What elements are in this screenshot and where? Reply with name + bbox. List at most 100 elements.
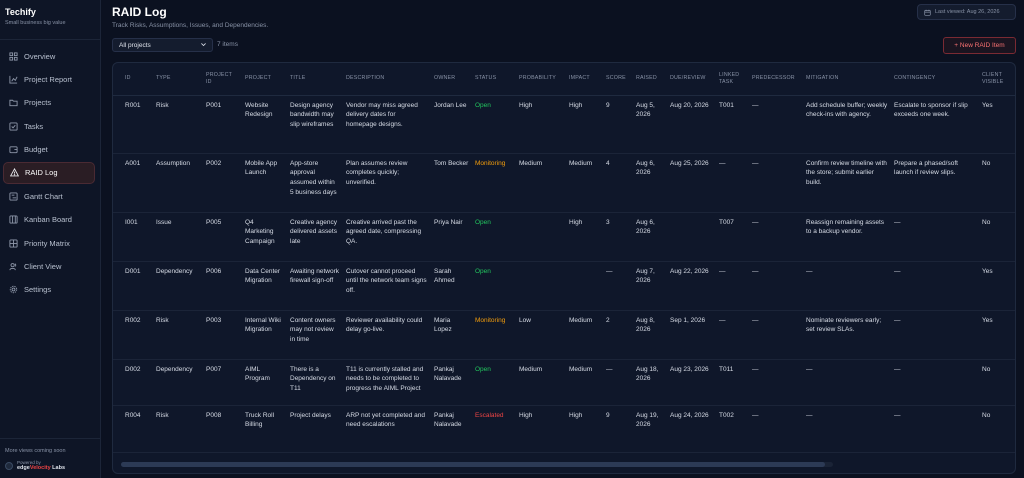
cell-mitigation: — xyxy=(803,359,891,406)
cell-due-review xyxy=(667,212,716,262)
cell-predecessor: — xyxy=(749,359,803,406)
table-row[interactable]: D001 Dependency P006 Data Center Migration A… xyxy=(113,261,1015,311)
cell-owner: Pankaj Nalavade xyxy=(431,405,472,453)
cell-due-review: Aug 22, 2026 xyxy=(667,261,716,311)
table-row[interactable]: A001 Assumption P002 Mobile App Launch App-s… xyxy=(113,153,1015,213)
column-header: Project ID xyxy=(203,63,242,96)
cell-type: Risk xyxy=(153,95,203,154)
brand: Techify Small business big value xyxy=(5,7,66,26)
cell-status: Open xyxy=(472,261,516,311)
cell-project: Truck Roll Billing xyxy=(242,405,287,453)
horizontal-scrollbar[interactable] xyxy=(121,462,833,467)
cell-title: Awaiting network firewall sign-off xyxy=(287,261,343,311)
cell-status: Open xyxy=(472,359,516,406)
folder-icon xyxy=(9,98,18,107)
cell-client-visible: No xyxy=(979,359,1015,406)
cell-score: 3 xyxy=(603,212,633,262)
sidebar-item-priority-matrix[interactable]: Priority Matrix xyxy=(3,232,95,254)
column-header: Client Visible xyxy=(979,63,1015,96)
users-icon xyxy=(9,262,18,271)
sidebar-item-overview[interactable]: Overview xyxy=(3,45,95,67)
cell-owner: Maria Lopez xyxy=(431,310,472,360)
cell-contingency: — xyxy=(891,405,979,453)
table-row[interactable]: R004 Risk P008 Truck Roll Billing Project de… xyxy=(113,405,1015,453)
cell-mitigation: Nominate reviewers early; set review SLA… xyxy=(803,310,891,360)
sidebar-item-label: Budget xyxy=(24,145,48,155)
cell-due-review: Sep 1, 2026 xyxy=(667,310,716,360)
cell-project: Data Center Migration xyxy=(242,261,287,311)
sidebar-item-client-view[interactable]: Client View xyxy=(3,256,95,278)
table-row[interactable]: D002 Dependency P007 AIML Program There is a… xyxy=(113,359,1015,406)
cell-predecessor: — xyxy=(749,261,803,311)
sidebar-item-label: Tasks xyxy=(24,121,44,131)
cell-linked-task: T007 xyxy=(716,212,749,262)
scrollbar-thumb[interactable] xyxy=(121,462,825,467)
sidebar-item-budget[interactable]: Budget xyxy=(3,139,95,161)
sidebar-item-label: Overview xyxy=(24,51,56,61)
new-raid-item-button[interactable]: + New RAID Item xyxy=(943,37,1016,54)
cell-probability: Medium xyxy=(516,359,566,406)
project-filter-select[interactable]: All projects xyxy=(112,38,213,52)
sidebar-item-label: Settings xyxy=(24,285,52,295)
cell-score: 2 xyxy=(603,310,633,360)
grid-icon xyxy=(9,51,18,61)
cell-mitigation: Add schedule buffer; weekly check-ins wi… xyxy=(803,95,891,154)
cell-probability: Low xyxy=(516,310,566,360)
sidebar-item-settings[interactable]: Settings xyxy=(3,279,95,301)
column-header: Due/Review xyxy=(667,63,716,96)
cell-client-visible: No xyxy=(979,405,1015,453)
cell-owner: Jordan Lee xyxy=(431,95,472,154)
cell-project-id: P001 xyxy=(203,95,242,154)
cell-score: 9 xyxy=(603,405,633,453)
sidebar-divider xyxy=(0,39,100,40)
cell-impact: High xyxy=(566,405,603,453)
last-viewed-text: Last viewed: Aug 26, 2026 xyxy=(935,9,1000,15)
cell-description: Plan assumes review completes quickly; u… xyxy=(343,153,431,213)
column-header: Title xyxy=(287,63,343,96)
cell-due-review: Aug 25, 2026 xyxy=(667,153,716,213)
sidebar-item-project-report[interactable]: Project Report xyxy=(3,68,95,90)
sidebar-item-label: RAID Log xyxy=(25,168,58,178)
sidebar-nav: Overview Project Report Projects Tasks B… xyxy=(3,45,95,302)
table-row[interactable]: I001 Issue P005 Q4 Marketing Campaign Creati… xyxy=(113,212,1015,262)
column-header: Raised xyxy=(633,63,667,96)
cell-description: Creative arrived past the agreed date, c… xyxy=(343,212,431,262)
sidebar-item-kanban-board[interactable]: Kanban Board xyxy=(3,209,95,231)
cell-impact: Medium xyxy=(566,310,603,360)
cell-due-review: Aug 23, 2026 xyxy=(667,359,716,406)
cell-impact: Medium xyxy=(566,359,603,406)
app-tagline: Small business big value xyxy=(5,20,66,26)
brand-part: edge xyxy=(17,465,30,472)
sidebar-item-label: Kanban Board xyxy=(24,215,72,225)
cell-owner: Sarah Ahmed xyxy=(431,261,472,311)
cell-title: Creative agency delivered assets late xyxy=(287,212,343,262)
sidebar-item-raid-log[interactable]: RAID Log xyxy=(3,161,95,184)
sidebar-item-gantt-chart[interactable]: Gantt Chart xyxy=(3,185,95,207)
table-row[interactable]: R001 Risk P001 Website Redesign Design agenc… xyxy=(113,95,1015,154)
cell-type: Dependency xyxy=(153,261,203,311)
cell-owner: Tom Becker xyxy=(431,153,472,213)
cell-project-id: P007 xyxy=(203,359,242,406)
brand-part: Labs xyxy=(50,465,66,472)
table-row[interactable]: R002 Risk P003 Internal Wiki Migration Conte… xyxy=(113,310,1015,360)
cell-client-visible: Yes xyxy=(979,261,1015,311)
page-subtitle: Track Risks, Assumptions, Issues, and De… xyxy=(112,22,269,29)
edgevelocity-logo-icon xyxy=(5,461,13,470)
calendar-icon xyxy=(924,9,931,16)
cell-type: Risk xyxy=(153,405,203,453)
warning-icon xyxy=(10,168,19,177)
sidebar-item-tasks[interactable]: Tasks xyxy=(3,115,95,137)
sidebar-item-projects[interactable]: Projects xyxy=(3,92,95,114)
cell-linked-task: T001 xyxy=(716,95,749,154)
cell-impact: High xyxy=(566,95,603,154)
cell-contingency: Escalate to sponsor if slip exceeds one … xyxy=(891,95,979,154)
sidebar: Techify Small business big value Overvie… xyxy=(0,0,101,478)
cell-status: Monitoring xyxy=(472,310,516,360)
cell-score: — xyxy=(603,359,633,406)
gear-icon xyxy=(9,285,18,294)
brand-part: Velocity xyxy=(29,465,51,472)
chevron-down-icon xyxy=(200,41,207,50)
cell-description: Vendor may miss agreed delivery dates fo… xyxy=(343,95,431,154)
sidebar-item-label: Project Report xyxy=(24,74,72,84)
cell-probability xyxy=(516,212,566,262)
